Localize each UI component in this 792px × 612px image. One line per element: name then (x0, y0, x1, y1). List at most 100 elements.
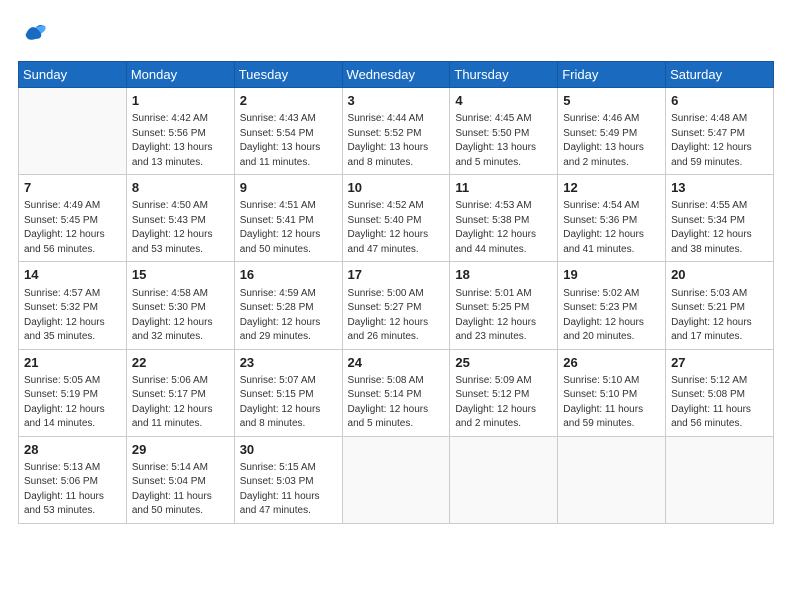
day-cell: 5 Sunrise: 4:46 AMSunset: 5:49 PMDaylight… (558, 88, 666, 175)
day-info: Sunrise: 5:06 AMSunset: 5:17 PMDaylight:… (132, 374, 229, 432)
day-number: 14 (24, 266, 121, 284)
day-info: Sunrise: 4:44 AMSunset: 5:52 PMDaylight:… (348, 112, 445, 170)
day-number: 7 (24, 179, 121, 197)
day-cell: 10 Sunrise: 4:52 AMSunset: 5:40 PMDayligh… (342, 175, 450, 262)
day-info: Sunrise: 5:13 AMSunset: 5:06 PMDaylight:… (24, 461, 121, 519)
day-cell: 11 Sunrise: 4:53 AMSunset: 5:38 PMDayligh… (450, 175, 558, 262)
day-info: Sunrise: 4:46 AMSunset: 5:49 PMDaylight:… (563, 112, 660, 170)
day-cell: 7 Sunrise: 4:49 AMSunset: 5:45 PMDaylight… (19, 175, 127, 262)
day-cell: 28Sunrise: 5:13 AMSunset: 5:06 PMDayligh… (19, 436, 127, 523)
day-cell: 4 Sunrise: 4:45 AMSunset: 5:50 PMDaylight… (450, 88, 558, 175)
weekday-header-wednesday: Wednesday (342, 62, 450, 88)
day-info: Sunrise: 4:43 AMSunset: 5:54 PMDaylight:… (240, 112, 337, 170)
day-info: Sunrise: 5:07 AMSunset: 5:15 PMDaylight:… (240, 374, 337, 432)
day-number: 27 (671, 354, 768, 372)
page: SundayMondayTuesdayWednesdayThursdayFrid… (0, 0, 792, 612)
day-info: Sunrise: 4:50 AMSunset: 5:43 PMDaylight:… (132, 199, 229, 257)
day-info: Sunrise: 5:03 AMSunset: 5:21 PMDaylight:… (671, 287, 768, 345)
day-info: Sunrise: 4:51 AMSunset: 5:41 PMDaylight:… (240, 199, 337, 257)
day-info: Sunrise: 5:10 AMSunset: 5:10 PMDaylight:… (563, 374, 660, 432)
day-cell (450, 436, 558, 523)
day-cell: 25Sunrise: 5:09 AMSunset: 5:12 PMDayligh… (450, 349, 558, 436)
day-info: Sunrise: 5:14 AMSunset: 5:04 PMDaylight:… (132, 461, 229, 519)
calendar-table: SundayMondayTuesdayWednesdayThursdayFrid… (18, 61, 774, 524)
day-number: 22 (132, 354, 229, 372)
day-cell: 15 Sunrise: 4:58 AMSunset: 5:30 PMDayligh… (126, 262, 234, 349)
logo (18, 18, 48, 51)
day-number: 12 (563, 179, 660, 197)
day-number: 17 (348, 266, 445, 284)
day-cell: 12Sunrise: 4:54 AMSunset: 5:36 PMDayligh… (558, 175, 666, 262)
day-info: Sunrise: 5:05 AMSunset: 5:19 PMDaylight:… (24, 374, 121, 432)
week-row-3: 14 Sunrise: 4:57 AMSunset: 5:32 PMDayligh… (19, 262, 774, 349)
day-cell: 29 Sunrise: 5:14 AMSunset: 5:04 PMDayligh… (126, 436, 234, 523)
day-cell: 18 Sunrise: 5:01 AMSunset: 5:25 PMDayligh… (450, 262, 558, 349)
day-number: 25 (455, 354, 552, 372)
weekday-header-monday: Monday (126, 62, 234, 88)
day-cell: 16Sunrise: 4:59 AMSunset: 5:28 PMDayligh… (234, 262, 342, 349)
day-number: 11 (455, 179, 552, 197)
day-number: 4 (455, 92, 552, 110)
day-number: 20 (671, 266, 768, 284)
day-info: Sunrise: 4:55 AMSunset: 5:34 PMDaylight:… (671, 199, 768, 257)
weekday-header-thursday: Thursday (450, 62, 558, 88)
day-cell (342, 436, 450, 523)
weekday-header-friday: Friday (558, 62, 666, 88)
day-cell (19, 88, 127, 175)
day-cell: 30 Sunrise: 5:15 AMSunset: 5:03 PMDayligh… (234, 436, 342, 523)
day-info: Sunrise: 4:53 AMSunset: 5:38 PMDaylight:… (455, 199, 552, 257)
day-number: 18 (455, 266, 552, 284)
day-info: Sunrise: 4:45 AMSunset: 5:50 PMDaylight:… (455, 112, 552, 170)
day-number: 8 (132, 179, 229, 197)
day-info: Sunrise: 5:01 AMSunset: 5:25 PMDaylight:… (455, 287, 552, 345)
day-number: 19 (563, 266, 660, 284)
day-number: 3 (348, 92, 445, 110)
day-info: Sunrise: 5:12 AMSunset: 5:08 PMDaylight:… (671, 374, 768, 432)
week-row-1: 1 Sunrise: 4:42 AMSunset: 5:56 PMDaylight… (19, 88, 774, 175)
day-cell: 6Sunrise: 4:48 AMSunset: 5:47 PMDaylight… (666, 88, 774, 175)
weekday-header-sunday: Sunday (19, 62, 127, 88)
day-info: Sunrise: 4:42 AMSunset: 5:56 PMDaylight:… (132, 112, 229, 170)
day-info: Sunrise: 5:08 AMSunset: 5:14 PMDaylight:… (348, 374, 445, 432)
day-cell: 21Sunrise: 5:05 AMSunset: 5:19 PMDayligh… (19, 349, 127, 436)
day-cell (558, 436, 666, 523)
header (18, 18, 774, 51)
day-number: 1 (132, 92, 229, 110)
day-cell (666, 436, 774, 523)
day-number: 10 (348, 179, 445, 197)
day-cell: 17 Sunrise: 5:00 AMSunset: 5:27 PMDayligh… (342, 262, 450, 349)
week-row-2: 7 Sunrise: 4:49 AMSunset: 5:45 PMDaylight… (19, 175, 774, 262)
day-info: Sunrise: 4:59 AMSunset: 5:28 PMDaylight:… (240, 287, 337, 345)
day-cell: 14 Sunrise: 4:57 AMSunset: 5:32 PMDayligh… (19, 262, 127, 349)
day-cell: 13Sunrise: 4:55 AMSunset: 5:34 PMDayligh… (666, 175, 774, 262)
day-number: 5 (563, 92, 660, 110)
day-info: Sunrise: 4:52 AMSunset: 5:40 PMDaylight:… (348, 199, 445, 257)
day-info: Sunrise: 4:49 AMSunset: 5:45 PMDaylight:… (24, 199, 121, 257)
day-cell: 24 Sunrise: 5:08 AMSunset: 5:14 PMDayligh… (342, 349, 450, 436)
day-info: Sunrise: 4:58 AMSunset: 5:30 PMDaylight:… (132, 287, 229, 345)
day-cell: 20 Sunrise: 5:03 AMSunset: 5:21 PMDayligh… (666, 262, 774, 349)
day-number: 15 (132, 266, 229, 284)
day-number: 2 (240, 92, 337, 110)
day-info: Sunrise: 4:57 AMSunset: 5:32 PMDaylight:… (24, 287, 121, 345)
day-cell: 9 Sunrise: 4:51 AMSunset: 5:41 PMDaylight… (234, 175, 342, 262)
day-cell: 27 Sunrise: 5:12 AMSunset: 5:08 PMDayligh… (666, 349, 774, 436)
day-number: 6 (671, 92, 768, 110)
day-number: 30 (240, 441, 337, 459)
week-row-5: 28Sunrise: 5:13 AMSunset: 5:06 PMDayligh… (19, 436, 774, 523)
logo-icon (20, 18, 48, 46)
day-info: Sunrise: 5:15 AMSunset: 5:03 PMDaylight:… (240, 461, 337, 519)
day-number: 24 (348, 354, 445, 372)
day-cell: 8 Sunrise: 4:50 AMSunset: 5:43 PMDaylight… (126, 175, 234, 262)
weekday-header-row: SundayMondayTuesdayWednesdayThursdayFrid… (19, 62, 774, 88)
day-cell: 3 Sunrise: 4:44 AMSunset: 5:52 PMDaylight… (342, 88, 450, 175)
day-cell: 2 Sunrise: 4:43 AMSunset: 5:54 PMDaylight… (234, 88, 342, 175)
day-number: 9 (240, 179, 337, 197)
day-cell: 1 Sunrise: 4:42 AMSunset: 5:56 PMDaylight… (126, 88, 234, 175)
day-cell: 26Sunrise: 5:10 AMSunset: 5:10 PMDayligh… (558, 349, 666, 436)
day-number: 29 (132, 441, 229, 459)
day-number: 23 (240, 354, 337, 372)
day-info: Sunrise: 5:00 AMSunset: 5:27 PMDaylight:… (348, 287, 445, 345)
week-row-4: 21Sunrise: 5:05 AMSunset: 5:19 PMDayligh… (19, 349, 774, 436)
day-info: Sunrise: 5:02 AMSunset: 5:23 PMDaylight:… (563, 287, 660, 345)
